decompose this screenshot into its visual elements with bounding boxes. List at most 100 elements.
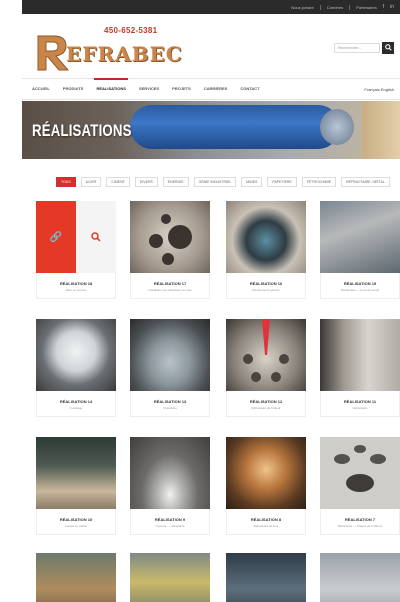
- hover-overlay: 🔗: [36, 201, 116, 273]
- gallery-thumbnail[interactable]: [36, 437, 116, 509]
- gallery-item-subtitle: Réfractaire de brûleur: [251, 406, 281, 410]
- topbar-link[interactable]: Partenaires: [356, 5, 376, 10]
- gallery-item-subtitle: Cyclone — réfractaire: [155, 524, 185, 528]
- gallery-caption: RÉALISATION 17 Installation de réfractai…: [130, 273, 210, 299]
- gallery-caption: RÉALISATION 12 Réfractaire de brûleur: [226, 391, 306, 417]
- gallery-thumbnail[interactable]: [130, 319, 210, 391]
- zoom-icon[interactable]: [76, 201, 116, 273]
- gallery-thumbnail[interactable]: [36, 553, 116, 602]
- gallery-item[interactable]: RÉALISATION 14 Cuvelage: [36, 319, 116, 417]
- gallery-item[interactable]: RÉALISATION 12 Réfractaire de brûleur: [226, 319, 306, 417]
- filter-energie[interactable]: ÉNERGIE: [162, 177, 189, 187]
- gallery-item[interactable]: RÉALISATION 15 Réfractaire — Four de rec…: [320, 201, 400, 299]
- gallery-item-title[interactable]: RÉALISATION 17: [131, 273, 209, 286]
- filter-acier[interactable]: ACIER: [80, 177, 102, 187]
- nav-item-produits[interactable]: PRODUITS: [63, 78, 84, 100]
- gallery-thumbnail[interactable]: [320, 437, 400, 509]
- gallery-caption: RÉALISATION 8 Réfractaire de four: [226, 509, 306, 535]
- facebook-icon[interactable]: f: [383, 4, 384, 10]
- page-title: RÉALISATIONS: [32, 121, 132, 140]
- gallery-item-title[interactable]: RÉALISATION 16: [227, 273, 305, 286]
- gallery-item[interactable]: RÉALISATION 13 Chaudière: [130, 319, 210, 417]
- topbar-link[interactable]: Nous joindre: [291, 5, 313, 10]
- gallery-item[interactable]: [130, 553, 210, 602]
- gallery-item-subtitle: Réfractaire — Four de recuit: [341, 288, 379, 292]
- filter-ciment[interactable]: CIMENT: [106, 177, 130, 187]
- link-icon[interactable]: 🔗: [36, 201, 76, 273]
- gallery-item[interactable]: RÉALISATION 10 Coulée en atelier: [36, 437, 116, 535]
- filter-genie-industriel[interactable]: GÉNIE INDUSTRIEL: [193, 177, 237, 187]
- gallery-caption: RÉALISATION 15 Réfractaire — Four de rec…: [320, 273, 400, 299]
- photo-burner-plate: [243, 319, 289, 382]
- gallery-thumbnail[interactable]: 🔗: [36, 201, 116, 273]
- search-icon: [384, 44, 392, 51]
- gallery-thumbnail[interactable]: [226, 201, 306, 273]
- hero-image-pipe: [130, 105, 340, 149]
- gallery-item[interactable]: [36, 553, 116, 602]
- hero-image-crate: [362, 101, 400, 159]
- gallery-caption: RÉALISATION 11 Réfractaire: [320, 391, 400, 417]
- top-bar: Nous joindre Carrières Partenaires f in: [22, 0, 400, 14]
- gallery-item-title[interactable]: RÉALISATION 9: [131, 509, 209, 522]
- gallery-thumbnail[interactable]: [226, 319, 306, 391]
- filter-tous[interactable]: TOUS: [56, 177, 76, 187]
- gallery-caption: RÉALISATION 7 Réfractaire — Plaque de br…: [320, 509, 400, 535]
- filter-mines[interactable]: MINES: [241, 177, 263, 187]
- gallery-item-title[interactable]: RÉALISATION 18: [37, 273, 115, 286]
- gallery-caption: RÉALISATION 13 Chaudière: [130, 391, 210, 417]
- gallery-item-title[interactable]: RÉALISATION 7: [321, 509, 399, 522]
- gallery-thumbnail[interactable]: [320, 201, 400, 273]
- language-switcher[interactable]: Français English: [364, 79, 394, 101]
- gallery-item[interactable]: RÉALISATION 11 Réfractaire: [320, 319, 400, 417]
- topbar-link[interactable]: Carrières: [327, 5, 343, 10]
- gallery-item-title[interactable]: RÉALISATION 11: [321, 391, 399, 404]
- phone-number[interactable]: 450-652-5381: [104, 26, 157, 35]
- gallery-item[interactable]: RÉALISATION 16 Revêtement cylindre: [226, 201, 306, 299]
- logo[interactable]: 450-652-5381 EFRABEC: [36, 26, 186, 72]
- search-button[interactable]: [382, 42, 394, 54]
- gallery-item[interactable]: RÉALISATION 9 Cyclone — réfractaire: [130, 437, 210, 535]
- gallery-caption: RÉALISATION 14 Cuvelage: [36, 391, 116, 417]
- gallery-thumbnail[interactable]: [226, 553, 306, 602]
- gallery-item-title[interactable]: RÉALISATION 14: [37, 391, 115, 404]
- nav-item-carrieres[interactable]: CARRIÈRES: [204, 78, 228, 100]
- gallery-caption: RÉALISATION 16 Revêtement cylindre: [226, 273, 306, 299]
- linkedin-icon[interactable]: in: [390, 4, 394, 10]
- gallery-thumbnail[interactable]: [130, 437, 210, 509]
- gallery-item-title[interactable]: RÉALISATION 15: [321, 273, 399, 286]
- gallery-item-title[interactable]: RÉALISATION 13: [131, 391, 209, 404]
- gallery-caption: RÉALISATION 9 Cyclone — réfractaire: [130, 509, 210, 535]
- gallery-thumbnail[interactable]: [130, 553, 210, 602]
- gallery-item[interactable]: [226, 553, 306, 602]
- filter-divers[interactable]: DIVERS: [134, 177, 158, 187]
- gallery-thumbnail[interactable]: [36, 319, 116, 391]
- nav-item-services[interactable]: SERVICES: [139, 78, 159, 100]
- gallery-item[interactable]: RÉALISATION 17 Installation de réfractai…: [130, 201, 210, 299]
- search-input[interactable]: Rechercher...: [334, 43, 380, 53]
- gallery-item[interactable]: 🔗 RÉALISATION 18 Mise en service: [36, 201, 116, 299]
- gallery-thumbnail[interactable]: [226, 437, 306, 509]
- gallery-item-subtitle: Installation de réfractaire sur site: [148, 288, 192, 292]
- nav-item-accueil[interactable]: ACCUEIL: [32, 78, 50, 100]
- nav-item-realisations[interactable]: RÉALISATIONS: [94, 78, 129, 100]
- filter-petrochimie[interactable]: PÉTROCHIMIE: [301, 177, 337, 187]
- filter-refractaire-metal[interactable]: RÉFRACTAIRE / MÉTAL: [341, 177, 390, 187]
- nav-item-contact[interactable]: CONTACT: [240, 78, 259, 100]
- gallery-item[interactable]: [320, 553, 400, 602]
- gallery-item[interactable]: RÉALISATION 7 Réfractaire — Plaque de br…: [320, 437, 400, 535]
- main-nav: ACCUEIL PRODUITS RÉALISATIONS SERVICES P…: [22, 78, 400, 100]
- nav-item-projets[interactable]: PROJETS: [172, 78, 191, 100]
- gallery-thumbnail[interactable]: [320, 319, 400, 391]
- header: 450-652-5381 EFRABEC Rechercher...: [22, 14, 400, 72]
- gallery-caption: RÉALISATION 10 Coulée en atelier: [36, 509, 116, 535]
- gallery-item-title[interactable]: RÉALISATION 10: [37, 509, 115, 522]
- gallery-thumbnail[interactable]: [320, 553, 400, 602]
- gallery-item-title[interactable]: RÉALISATION 12: [227, 391, 305, 404]
- filter-papetiere[interactable]: PAPETIÈRE: [267, 177, 297, 187]
- gallery-item[interactable]: RÉALISATION 8 Réfractaire de four: [226, 437, 306, 535]
- filter-bar: TOUS ACIER CIMENT DIVERS ÉNERGIE GÉNIE I…: [56, 177, 400, 187]
- divider: [349, 4, 351, 10]
- logo-wordmark: EFRABEC: [66, 42, 183, 66]
- gallery-item-title[interactable]: RÉALISATION 8: [227, 509, 305, 522]
- gallery-thumbnail[interactable]: [130, 201, 210, 273]
